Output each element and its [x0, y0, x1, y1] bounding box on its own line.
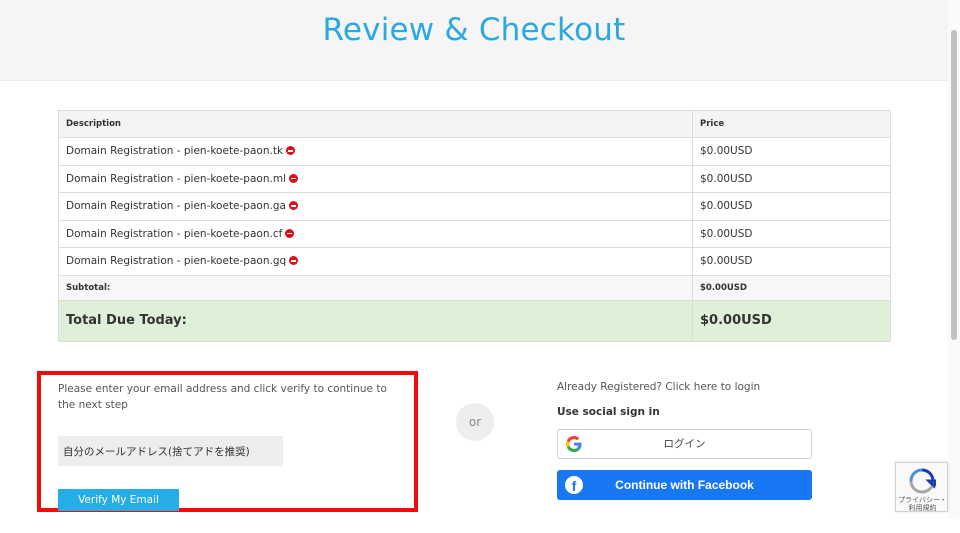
item-description-cell: Domain Registration - pien-koete-paon.ga [58, 192, 693, 221]
email-field[interactable] [58, 436, 283, 466]
facebook-login-label: Continue with Facebook [615, 478, 754, 492]
remove-icon[interactable] [289, 256, 299, 266]
item-description: Domain Registration - pien-koete-paon.cf [66, 227, 283, 240]
scrollbar-thumb[interactable] [951, 30, 957, 340]
item-description: Domain Registration - pien-koete-paon.ml [66, 172, 286, 185]
item-price: $0.00USD [692, 219, 891, 248]
item-description-cell: Domain Registration - pien-koete-paon.tk [58, 137, 693, 166]
table-row: Domain Registration - pien-koete-paon.tk… [58, 137, 891, 166]
remove-icon[interactable] [285, 228, 295, 238]
item-description: Domain Registration - pien-koete-paon.ga [66, 200, 286, 213]
google-login-label: ログイン [663, 438, 706, 450]
table-row: Domain Registration - pien-koete-paon.ml… [58, 164, 891, 193]
total-label: Total Due Today: [58, 299, 693, 342]
or-divider: or [456, 403, 494, 441]
item-description-cell: Domain Registration - pien-koete-paon.cf [58, 219, 693, 248]
item-description: Domain Registration - pien-koete-paon.gq [66, 255, 287, 268]
table-row: Domain Registration - pien-koete-paon.ga… [58, 192, 891, 221]
item-price: $0.00USD [692, 247, 891, 276]
remove-icon[interactable] [286, 146, 296, 156]
subtotal-row: Subtotal: $0.00USD [58, 274, 891, 301]
recaptcha-text[interactable]: プライバシー・利用規約 [896, 496, 949, 512]
item-description: Domain Registration - pien-koete-paon.tk [66, 145, 284, 158]
item-price: $0.00USD [692, 164, 891, 193]
table-row: Domain Registration - pien-koete-paon.gq… [58, 247, 891, 276]
verify-instruction: Please enter your email address and clic… [58, 383, 387, 411]
page-header: Review & Checkout [0, 0, 948, 81]
item-price: $0.00USD [692, 192, 891, 221]
subtotal-value: $0.00USD [692, 274, 891, 301]
scrollbar[interactable] [948, 0, 960, 519]
total-row: Total Due Today: $0.00USD [58, 299, 891, 342]
social-sign-in-label: Use social sign in [557, 406, 660, 418]
cart-header-row: Description Price [58, 110, 891, 138]
description-column-header: Description [58, 110, 693, 138]
page-title: Review & Checkout [322, 12, 626, 48]
google-login-button[interactable]: ログイン [557, 429, 812, 459]
table-row: Domain Registration - pien-koete-paon.cf… [58, 219, 891, 248]
recaptcha-icon [909, 468, 936, 494]
cart-table: Description Price Domain Registration - … [58, 110, 891, 342]
recaptcha-badge[interactable]: プライバシー・利用規約 [895, 462, 948, 512]
item-description-cell: Domain Registration - pien-koete-paon.gq [58, 247, 693, 276]
total-value: $0.00USD [692, 299, 891, 342]
item-description-cell: Domain Registration - pien-koete-paon.ml [58, 164, 693, 193]
price-column-header: Price [692, 110, 891, 138]
remove-icon[interactable] [288, 201, 298, 211]
item-price: $0.00USD [692, 137, 891, 166]
login-link[interactable]: Already Registered? Click here to login [557, 381, 760, 393]
verify-email-button[interactable]: Verify My Email Address [58, 489, 179, 528]
subtotal-label: Subtotal: [58, 274, 693, 301]
facebook-login-button[interactable]: f Continue with Facebook [557, 470, 812, 500]
remove-icon[interactable] [288, 173, 298, 183]
